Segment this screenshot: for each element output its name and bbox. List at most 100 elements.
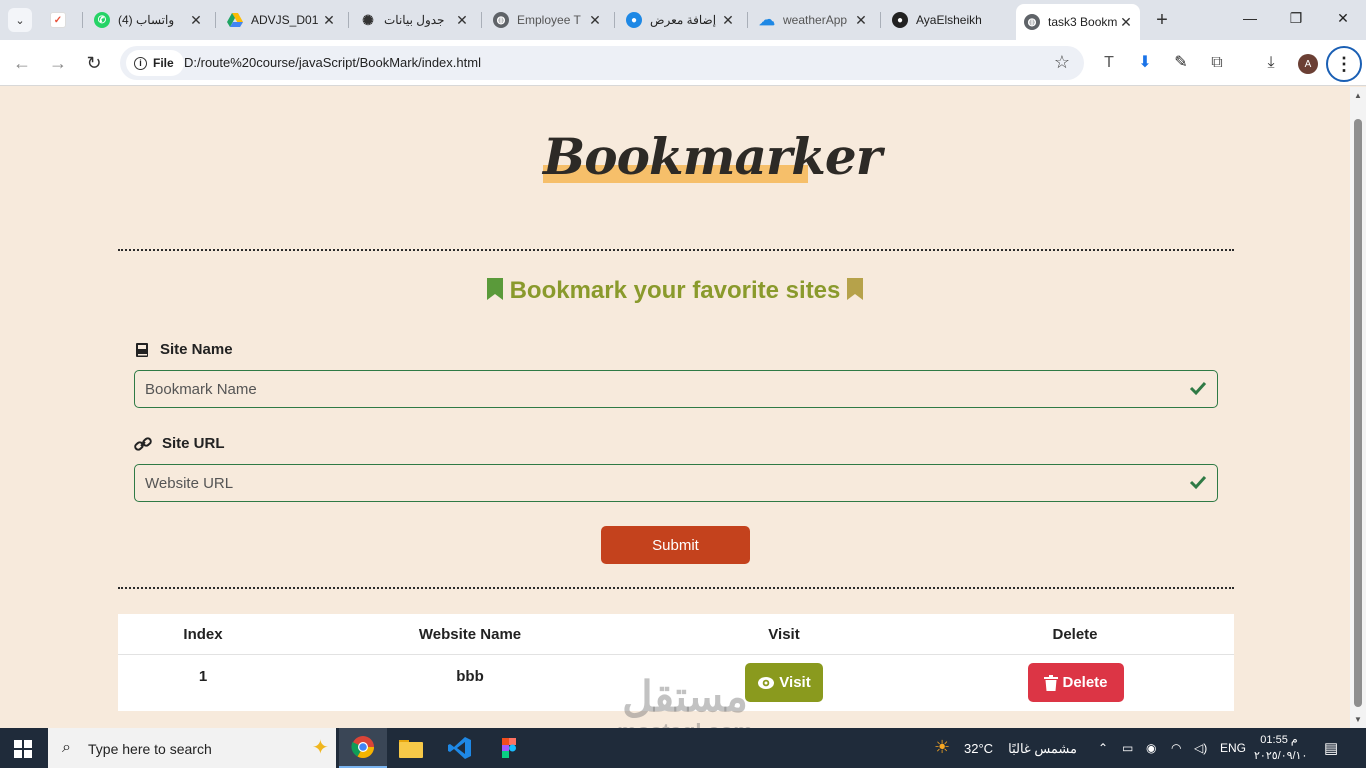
language-indicator[interactable]: ENG <box>1220 741 1246 755</box>
chatgpt-icon: ✺ <box>362 11 374 28</box>
page-scrollbar[interactable]: ▲ ▼ <box>1350 87 1366 728</box>
scroll-thumb[interactable] <box>1354 119 1362 707</box>
tray-device-icon[interactable]: ▭ <box>1122 741 1133 755</box>
tab-close-icon[interactable]: ✕ <box>720 12 736 29</box>
divider <box>118 587 1234 589</box>
bookmark-icon <box>847 278 864 300</box>
delete-button-label: Delete <box>1062 674 1108 691</box>
site-name-input[interactable] <box>145 377 1165 401</box>
file-chip-label: File <box>153 56 174 70</box>
tab-separator <box>614 12 615 28</box>
windows-start-icon[interactable] <box>14 740 32 758</box>
new-tab-button[interactable]: + <box>1152 10 1172 30</box>
circle-icon: ● <box>626 12 642 28</box>
table-header-index: Index <box>183 626 223 643</box>
back-button[interactable]: ← <box>11 52 33 74</box>
trash-icon <box>1044 674 1059 691</box>
file-explorer-taskbar-icon[interactable] <box>387 728 435 768</box>
submit-button[interactable]: Submit <box>601 526 750 564</box>
divider <box>118 249 1234 251</box>
minimize-button[interactable]: — <box>1240 10 1260 26</box>
table-header-website-name: Website Name <box>418 626 522 643</box>
bookmark-icon <box>486 278 503 300</box>
tab-close-icon[interactable]: ✕ <box>587 12 603 29</box>
site-name-field[interactable] <box>134 370 1218 408</box>
check-icon <box>1189 475 1207 490</box>
logo: Bookmarker <box>543 127 882 186</box>
close-window-button[interactable]: ✕ <box>1333 10 1353 27</box>
site-url-label-text: Site URL <box>162 435 225 452</box>
wifi-icon[interactable]: ◠ <box>1171 741 1181 755</box>
visit-button-label: Visit <box>779 674 811 691</box>
url-text[interactable]: D:/route%20course/javaScript/BookMark/in… <box>184 55 481 70</box>
tab-task3-bookmark[interactable]: ◍ task3 Bookm ✕ <box>1016 4 1140 40</box>
tab-employee[interactable]: ◍ Employee T ✕ <box>493 6 603 34</box>
scroll-up-arrow-icon[interactable]: ▲ <box>1354 91 1362 100</box>
tab-title: AyaElsheikh <box>916 13 982 27</box>
restore-button[interactable]: ❐ <box>1286 10 1306 27</box>
taskbar-search-box[interactable]: ⌕ Type here to search ✦ <box>48 728 336 768</box>
tab-whatsapp[interactable]: ✆ (4) واتساب ✕ <box>94 6 204 34</box>
tab-separator <box>481 12 482 28</box>
weather-icon[interactable]: ☀ <box>934 737 950 758</box>
tab-close-icon[interactable]: ✕ <box>1118 14 1134 31</box>
downloads-icon[interactable]: ⤓ <box>1260 53 1282 73</box>
tab-advjs[interactable]: ADVJS_D01 ✕ <box>227 6 337 34</box>
eyedropper-extension-icon[interactable]: ✎ <box>1170 53 1192 73</box>
tab-github[interactable]: ● AyaElsheikh <box>892 6 1002 34</box>
whatsapp-icon: ✆ <box>94 12 110 28</box>
tab-separator <box>82 12 83 28</box>
tab-title: weatherApp <box>783 13 848 27</box>
tray-network-badge-icon[interactable]: ◉ <box>1146 741 1156 755</box>
tab-close-icon[interactable]: ✕ <box>853 12 869 29</box>
site-url-field[interactable] <box>134 464 1218 502</box>
weather-desc[interactable]: مشمس غالبًا <box>1001 741 1077 757</box>
site-info-chip[interactable]: i File <box>126 50 184 76</box>
extensions-puzzle-icon[interactable]: ⧉ <box>1206 53 1228 73</box>
cloud-icon: ☁ <box>759 12 775 29</box>
download-extension-icon[interactable]: ⬇ <box>1134 53 1156 73</box>
tab-separator <box>880 12 881 28</box>
tab-spreadsheet[interactable]: ✺ جدول بيانات ✕ <box>360 6 470 34</box>
vscode-taskbar-icon[interactable] <box>436 728 484 768</box>
figma-taskbar-icon[interactable] <box>485 728 533 768</box>
tray-chevron-up-icon[interactable]: ⌃ <box>1098 741 1108 755</box>
tab-close-icon[interactable]: ✕ <box>188 12 204 29</box>
tab-add-gallery[interactable]: ● إضافة معرض ✕ <box>626 6 736 34</box>
notification-icon[interactable]: ▤ <box>1324 739 1338 757</box>
site-url-input[interactable] <box>145 471 1165 495</box>
row-index: 1 <box>198 668 208 685</box>
tab-title: task3 Bookm <box>1048 15 1118 29</box>
forward-button[interactable]: → <box>47 52 69 74</box>
windows-taskbar: ⌕ Type here to search ✦ ☀ 32°C مشمس غالب… <box>0 728 1366 768</box>
tab-search-dropdown[interactable]: ⌄ <box>8 8 32 32</box>
table-header-visit: Visit <box>768 626 800 643</box>
bookmark-star-icon[interactable]: ☆ <box>1054 52 1070 73</box>
site-name-label-text: Site Name <box>160 341 233 358</box>
scroll-down-arrow-icon[interactable]: ▼ <box>1354 715 1362 724</box>
globe-icon: ◍ <box>1024 14 1040 30</box>
translate-extension-icon[interactable]: T <box>1098 53 1120 73</box>
chrome-taskbar-icon[interactable] <box>339 728 387 768</box>
omnibox[interactable]: i File D:/route%20course/javaScript/Book… <box>120 46 1084 80</box>
sparkle-icon: ✦ <box>312 737 329 759</box>
tab-todo[interactable]: ✓ <box>50 6 72 34</box>
tab-close-icon[interactable]: ✕ <box>454 12 470 29</box>
tab-weather[interactable]: ☁ weatherApp ✕ <box>759 6 869 34</box>
weather-temp[interactable]: 32°C <box>964 741 993 756</box>
tab-strip: ⌄ ✓ ✆ (4) واتساب ✕ ADVJS_D01 ✕ ✺ جدول بي… <box>0 0 1366 40</box>
volume-icon[interactable]: ◁) <box>1194 741 1207 755</box>
reload-button[interactable]: ↻ <box>83 52 105 74</box>
browser-menu-button[interactable]: ⋮ <box>1326 46 1362 82</box>
tab-separator <box>215 12 216 28</box>
profile-avatar[interactable]: A <box>1298 54 1318 74</box>
tab-title: إضافة معرض <box>650 13 717 27</box>
site-url-label: Site URL <box>134 435 225 452</box>
page-heading: Bookmark your favorite sites <box>0 277 1350 305</box>
taskbar-clock[interactable]: 01:55 م ٢٠٢٥/٠٩/١٠ <box>1254 732 1307 764</box>
tab-close-icon[interactable]: ✕ <box>321 12 337 29</box>
delete-button[interactable]: Delete <box>1028 663 1124 702</box>
tab-title: Employee T <box>517 13 581 27</box>
taskbar-search-text: Type here to search <box>88 741 212 757</box>
todo-check-icon: ✓ <box>50 12 66 28</box>
